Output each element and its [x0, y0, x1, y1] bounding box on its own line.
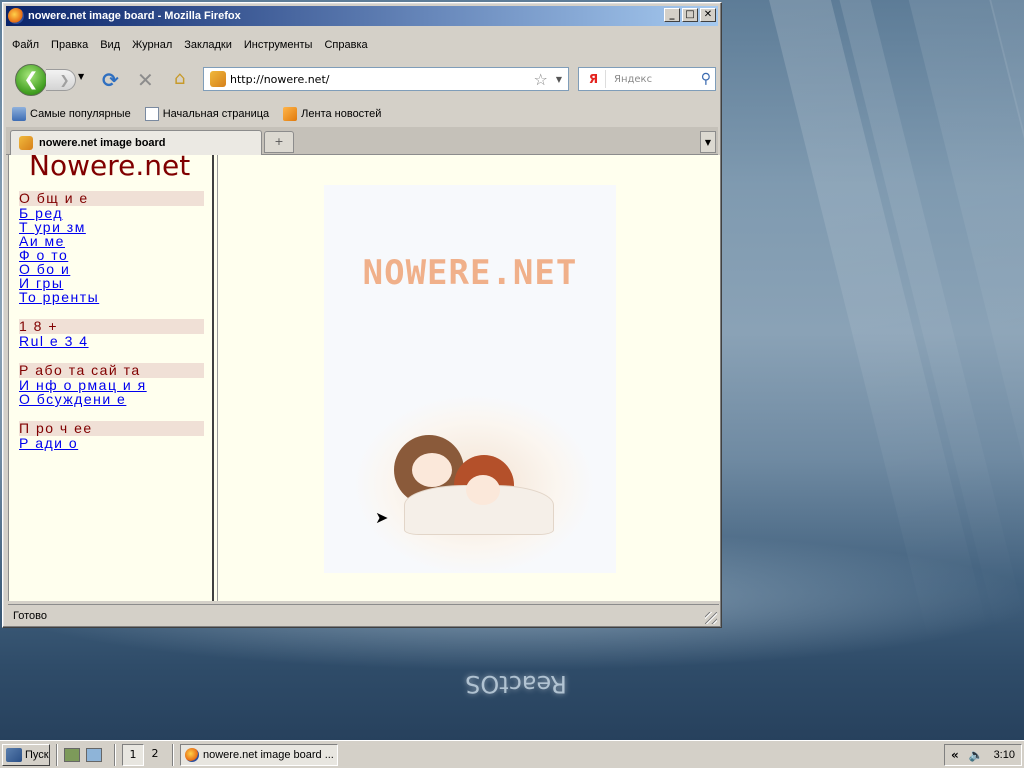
site-title: Nowere.net [29, 155, 191, 182]
site-favicon-icon [19, 136, 33, 150]
task-label: nowere.net image board ... [203, 748, 334, 761]
tab-nowere[interactable]: nowere.net image board [10, 130, 262, 155]
navigation-toolbar: ❮ ❯ ▼ ⟳ ✕ ⌂ http://nowere.net/ ☆ ▼ Я Янд… [6, 60, 718, 100]
reactos-logo-reflection: ReactOS [465, 670, 567, 698]
menu-help[interactable]: Справка [318, 37, 373, 57]
show-desktop-icon[interactable] [64, 747, 80, 762]
chibi-illustration [384, 415, 564, 535]
close-button[interactable]: ✕ [700, 8, 716, 22]
bookmark-most-visited[interactable]: Самые популярные [12, 107, 131, 121]
page-icon [144, 107, 159, 121]
separator [56, 743, 58, 766]
status-bar: Готово [8, 604, 719, 626]
search-engine-icon[interactable]: Я [582, 70, 606, 88]
menu-edit[interactable]: Правка [45, 37, 94, 57]
bookmark-label: Начальная страница [162, 108, 270, 120]
start-icon [6, 747, 22, 762]
banner-title: NOWERE.NET [362, 253, 578, 293]
nav-section-site-work: Р або та сай та И нф о рмац и я О бсужде… [19, 363, 204, 406]
nav-heading: Р або та сай та [19, 363, 204, 378]
folder-icon [12, 107, 26, 121]
url-input[interactable]: http://nowere.net/ [230, 73, 534, 86]
new-tab-button[interactable]: + [264, 131, 294, 153]
nav-link-anime[interactable]: Аи ме [19, 234, 204, 248]
nav-link-rule34[interactable]: Rul e 3 4 [19, 334, 204, 348]
nav-link-discussion[interactable]: О бсуждени е [19, 392, 204, 406]
main-frame: NOWERE.NET ➤ [218, 155, 720, 601]
tray-expand-icon[interactable]: « [951, 748, 959, 762]
nav-heading: П ро ч ее [19, 421, 204, 436]
nav-heading: О бщ и е [19, 191, 204, 206]
bookmark-start-page[interactable]: Начальная страница [144, 107, 270, 121]
system-tray: « 🔈 3:10 [944, 744, 1022, 766]
bookmark-label: Лента новостей [301, 108, 382, 120]
taskbar: Пуск 1 2 nowere.net image board ... « 🔈 … [0, 740, 1024, 768]
nav-link-tourism[interactable]: Т ури зм [19, 220, 204, 234]
nav-section-other: П ро ч ее Р ади о [19, 421, 204, 450]
bookmark-label: Самые популярные [30, 108, 131, 120]
menu-view[interactable]: Вид [94, 37, 126, 57]
list-all-tabs-icon[interactable]: ▼ [700, 131, 716, 153]
forward-button[interactable]: ❯ [46, 69, 76, 91]
bookmarks-toolbar: Самые популярные Начальная страница Лент… [6, 103, 718, 125]
nav-link-b[interactable]: Б ред [19, 206, 204, 220]
nav-link-wallpapers[interactable]: О бо и [19, 262, 204, 276]
reload-icon[interactable]: ⟳ [102, 68, 119, 92]
page-content: Nowere.net О бщ и е Б ред Т ури зм Аи ме… [8, 155, 720, 601]
menu-bar: Файл Правка Вид Журнал Закладки Инструме… [6, 37, 374, 57]
title-bar[interactable]: nowere.net image board - Mozilla Firefox… [6, 6, 718, 26]
clock[interactable]: 3:10 [994, 749, 1015, 761]
tab-strip: nowere.net image board + ▼ [6, 127, 718, 155]
window-title: nowere.net image board - Mozilla Firefox [28, 10, 241, 22]
menu-file[interactable]: Файл [6, 37, 45, 57]
separator [114, 743, 116, 766]
menu-tools[interactable]: Инструменты [238, 37, 319, 57]
resize-grip-icon[interactable] [705, 612, 717, 624]
menu-history[interactable]: Журнал [126, 37, 178, 57]
status-text: Готово [13, 609, 47, 622]
taskbar-firefox-button[interactable]: nowere.net image board ... [180, 743, 338, 766]
banner-image: NOWERE.NET [324, 185, 616, 573]
url-bar[interactable]: http://nowere.net/ ☆ ▼ [203, 67, 569, 91]
history-dropdown-icon[interactable]: ▼ [78, 72, 84, 81]
nav-link-photo[interactable]: Ф о то [19, 248, 204, 262]
search-icon[interactable]: ⚲ [701, 71, 711, 87]
back-button[interactable]: ❮ [15, 64, 47, 96]
nav-link-games[interactable]: И гры [19, 276, 204, 290]
stop-icon[interactable]: ✕ [137, 68, 154, 92]
nav-heading: 1 8 + [19, 319, 204, 334]
workspace-2-button[interactable]: 2 [144, 744, 166, 766]
bookmark-news-feed[interactable]: Лента новостей [283, 107, 381, 121]
site-favicon-icon [210, 71, 226, 87]
explorer-icon[interactable] [86, 747, 102, 762]
nav-link-radio[interactable]: Р ади о [19, 436, 204, 450]
search-bar[interactable]: Я Яндекс ⚲ [578, 67, 716, 91]
mouse-cursor-icon: ➤ [375, 508, 389, 527]
tab-label: nowere.net image board [39, 137, 166, 149]
menu-bookmarks[interactable]: Закладки [178, 37, 238, 57]
bookmark-star-icon[interactable]: ☆ [534, 70, 548, 89]
minimize-button[interactable]: _ [664, 8, 680, 22]
nav-section-general: О бщ и е Б ред Т ури зм Аи ме Ф о то О б… [19, 191, 204, 304]
firefox-icon [8, 8, 24, 24]
search-input[interactable]: Яндекс [614, 74, 701, 85]
workspace-1-button[interactable]: 1 [122, 743, 144, 766]
nav-link-torrents[interactable]: То рренты [19, 290, 204, 304]
home-icon[interactable]: ⌂ [174, 68, 185, 89]
separator [172, 743, 174, 766]
firefox-icon [185, 747, 199, 762]
start-button[interactable]: Пуск [2, 743, 50, 766]
nav-section-18plus: 1 8 + Rul e 3 4 [19, 319, 204, 348]
nav-link-info[interactable]: И нф о рмац и я [19, 378, 204, 392]
rss-icon [283, 107, 298, 121]
maximize-button[interactable]: □ [682, 8, 698, 22]
url-dropdown-icon[interactable]: ▼ [556, 75, 562, 84]
volume-icon[interactable]: 🔈 [969, 748, 984, 762]
firefox-window: nowere.net image board - Mozilla Firefox… [2, 2, 722, 628]
menu-frame: Nowere.net О бщ и е Б ред Т ури зм Аи ме… [9, 155, 212, 601]
start-label: Пуск [25, 748, 49, 761]
